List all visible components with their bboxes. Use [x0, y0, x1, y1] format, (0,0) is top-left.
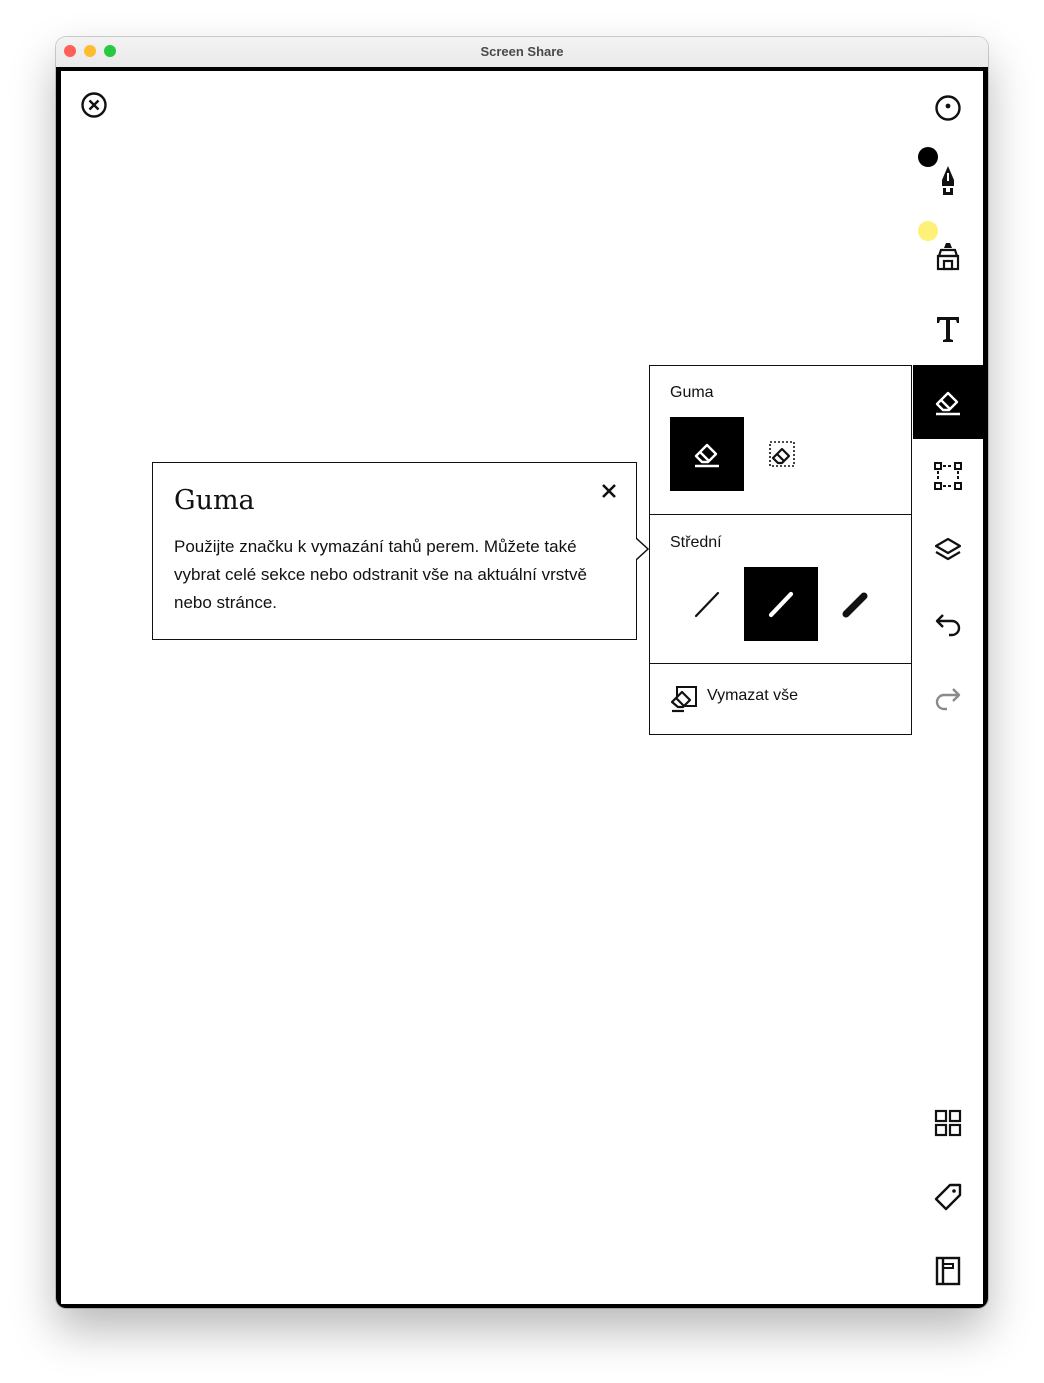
pen-nib-icon — [942, 166, 954, 195]
popup-body: Použijte značku k vymazání tahů perem. M… — [174, 537, 587, 612]
pen-tool[interactable] — [913, 144, 983, 218]
highlighter-tool[interactable] — [913, 218, 983, 292]
eraser-selection-icon — [769, 441, 795, 467]
selection-icon — [934, 462, 962, 490]
screen-share-window: Screen Share Guma Střední Vymazat vše Gu… — [56, 37, 988, 1308]
tag-icon — [934, 1183, 962, 1211]
circle-dot-icon — [935, 95, 961, 121]
window-title: Screen Share — [480, 44, 564, 59]
notebook-icon — [935, 1256, 961, 1286]
tag-button[interactable] — [913, 1160, 983, 1234]
redo-arrow-icon — [935, 688, 961, 711]
layers-icon — [934, 537, 962, 561]
select-tool[interactable] — [913, 439, 983, 513]
area-eraser-button[interactable] — [745, 417, 819, 491]
popup-close-button[interactable] — [599, 481, 619, 501]
layers-tool[interactable] — [913, 513, 983, 587]
size-thick-button[interactable] — [818, 567, 892, 641]
highlighter-icon — [936, 243, 960, 271]
eraser-icon — [935, 391, 960, 416]
close-icon — [602, 484, 616, 498]
help-popup: Guma Použijte značku k vymazání tahů per… — [152, 462, 637, 640]
size-medium-button[interactable] — [744, 567, 818, 641]
grid-icon — [934, 1109, 962, 1137]
close-notebook-button[interactable] — [80, 91, 108, 119]
text-T-icon — [937, 317, 959, 342]
popup-title: Guma — [174, 485, 255, 516]
redo-button[interactable] — [913, 661, 983, 735]
pages-grid-button[interactable] — [913, 1086, 983, 1160]
title-bar: Screen Share — [56, 37, 988, 68]
stroke-eraser-button[interactable] — [670, 417, 744, 491]
eraser-tool[interactable] — [913, 365, 983, 439]
eraser-mode-section: Guma — [650, 366, 911, 515]
clear-all-button[interactable]: Vymazat vše — [650, 663, 910, 734]
close-circle-icon — [81, 92, 107, 118]
medium-stroke-icon — [768, 591, 794, 618]
eraser-size-section: Střední — [650, 514, 911, 664]
clear-page-icon — [670, 686, 697, 713]
pointer-tool[interactable] — [913, 71, 983, 145]
popup-pointer — [636, 537, 650, 561]
text-tool[interactable] — [913, 292, 983, 366]
eraser-panel-title: Guma — [670, 384, 714, 401]
drawing-canvas[interactable]: Guma Střední Vymazat vše Guma Použijte z… — [61, 71, 983, 1304]
thin-stroke-icon — [694, 591, 720, 618]
thick-stroke-icon — [842, 592, 868, 618]
size-thin-button[interactable] — [670, 567, 744, 641]
eraser-size-label: Střední — [670, 534, 722, 551]
undo-button[interactable] — [913, 587, 983, 661]
eraser-panel: Guma Střední Vymazat vše — [649, 365, 912, 735]
device-screen: Guma Střední Vymazat vše Guma Použijte z… — [56, 67, 988, 1308]
eraser-icon — [694, 443, 719, 468]
notebook-button[interactable] — [913, 1234, 983, 1304]
clear-all-label: Vymazat vše — [707, 687, 798, 704]
undo-arrow-icon — [935, 614, 961, 637]
